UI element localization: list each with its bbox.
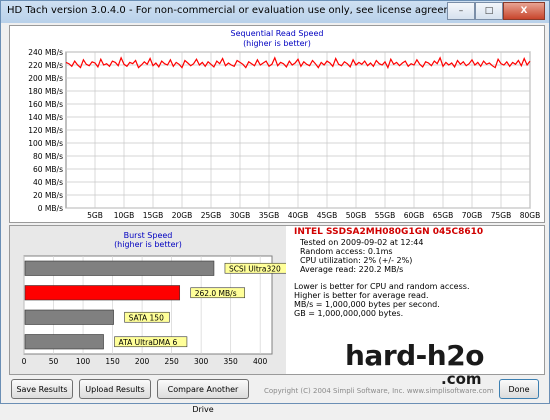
x-tick-label: 75GB xyxy=(491,211,512,220)
app-window: HD Tach version 3.0.4.0 - For non-commer… xyxy=(0,0,550,414)
burst-x-tick-label: 250 xyxy=(164,357,179,366)
y-tick-label: 80 MB/s xyxy=(33,152,63,161)
y-tick-label: 40 MB/s xyxy=(33,178,63,187)
window-controls: – □ X xyxy=(447,2,545,20)
burst-bar xyxy=(24,309,114,325)
burst-speed-panel: Burst Speed (higher is better) 0 50 100 150… xyxy=(10,226,286,374)
logo-main: hard-h2o xyxy=(345,339,484,372)
x-tick-label: 80GB xyxy=(520,211,541,220)
y-tick-label: 140 MB/s xyxy=(28,113,63,122)
x-tick-label: 15GB xyxy=(143,211,164,220)
burst-x-tick-label: 50 xyxy=(49,357,59,366)
compare-another-drive-button[interactable]: Compare Another Drive xyxy=(157,379,249,414)
x-tick-label: 5GB xyxy=(87,211,103,220)
y-tick-label: 100 MB/s xyxy=(28,139,63,148)
y-tick-label: 180 MB/s xyxy=(28,87,63,96)
average-read: Average read: 220.2 MB/s xyxy=(300,265,404,274)
x-tick-label: 40GB xyxy=(288,211,309,220)
cpu-utilization: CPU utilization: 2% (+/- 2%) xyxy=(300,256,413,265)
x-tick-label: 55GB xyxy=(375,211,396,220)
x-tick-label: 70GB xyxy=(462,211,483,220)
burst-bar-label: ATA UltraDMA 6 xyxy=(119,338,178,347)
sequential-read-panel: Sequential Read Speed (higher is better)… xyxy=(9,25,545,223)
burst-x-tick-label: 300 xyxy=(194,357,209,366)
burst-x-tick-label: 350 xyxy=(224,357,239,366)
random-access: Random access: 0.1ms xyxy=(300,247,393,256)
window-title: HD Tach version 3.0.4.0 - For non-commer… xyxy=(7,5,473,16)
save-results-button[interactable]: Save Results xyxy=(11,379,73,399)
y-tick-label: 20 MB/s xyxy=(33,191,63,200)
tested-on: Tested on 2009-09-02 at 12:44 xyxy=(300,238,424,247)
x-tick-label: 65GB xyxy=(433,211,454,220)
sequential-read-chart: 0 MB/s 20 MB/s 40 MB/s 60 MB/s 80 MB/s 100 MB… xyxy=(28,48,541,220)
burst-bar-label: SCSI Ultra320 xyxy=(229,264,281,273)
close-button[interactable]: X xyxy=(503,2,545,20)
y-tick-label: 0 MB/s xyxy=(38,204,63,213)
y-tick-label: 60 MB/s xyxy=(33,165,63,174)
x-tick-label: 20GB xyxy=(172,211,193,220)
y-tick-label: 120 MB/s xyxy=(28,126,63,135)
burst-x-tick-label: 100 xyxy=(76,357,91,366)
note-mbs: MB/s = 1,000,000 bytes per second. xyxy=(294,300,440,309)
y-tick-label: 220 MB/s xyxy=(28,61,63,70)
x-tick-label: 25GB xyxy=(201,211,222,220)
minimize-button[interactable]: – xyxy=(447,2,475,20)
copyright-text: Copyright (C) 2004 Simpli Software, Inc.… xyxy=(264,387,494,395)
burst-bar-label: 262.0 MB/s xyxy=(195,289,237,298)
y-tick-label: 160 MB/s xyxy=(28,100,63,109)
drive-name: INTEL SSDSA2MH080G1GN 045C8610 xyxy=(294,227,484,237)
burst-x-tick-label: 150 xyxy=(105,357,120,366)
x-tick-label: 45GB xyxy=(317,211,338,220)
burst-speed-chart: 0 50 100 150 200 250 300 350 400 SCSI Ultra320 262… xyxy=(22,255,286,366)
burst-bar xyxy=(24,334,104,350)
done-button[interactable]: Done xyxy=(499,379,539,399)
burst-bar-label: SATA 150 xyxy=(129,313,165,322)
upload-results-button[interactable]: Upload Results xyxy=(79,379,151,399)
x-tick-label: 30GB xyxy=(230,211,251,220)
burst-x-tick-label: 0 xyxy=(22,357,27,366)
burst-x-tick-label: 400 xyxy=(253,357,268,366)
title-bar[interactable]: HD Tach version 3.0.4.0 - For non-commer… xyxy=(1,1,549,23)
x-tick-label: 35GB xyxy=(259,211,280,220)
logo-sub: .com xyxy=(441,370,482,388)
burst-bar xyxy=(24,285,181,301)
x-tick-label: 50GB xyxy=(346,211,367,220)
note-gb: GB = 1,000,000,000 bytes. xyxy=(294,309,404,318)
x-tick-label: 10GB xyxy=(114,211,135,220)
x-tick-label: 60GB xyxy=(404,211,425,220)
y-tick-label: 200 MB/s xyxy=(28,74,63,83)
burst-bar xyxy=(24,260,215,276)
note-read: Higher is better for average read. xyxy=(294,291,429,300)
hard-h2o-logo: hard-h2o .com xyxy=(345,339,484,388)
maximize-button[interactable]: □ xyxy=(475,2,503,20)
burst-x-tick-label: 200 xyxy=(135,357,150,366)
note-cpu: Lower is better for CPU and random acces… xyxy=(294,282,470,291)
y-tick-label: 240 MB/s xyxy=(28,48,63,57)
